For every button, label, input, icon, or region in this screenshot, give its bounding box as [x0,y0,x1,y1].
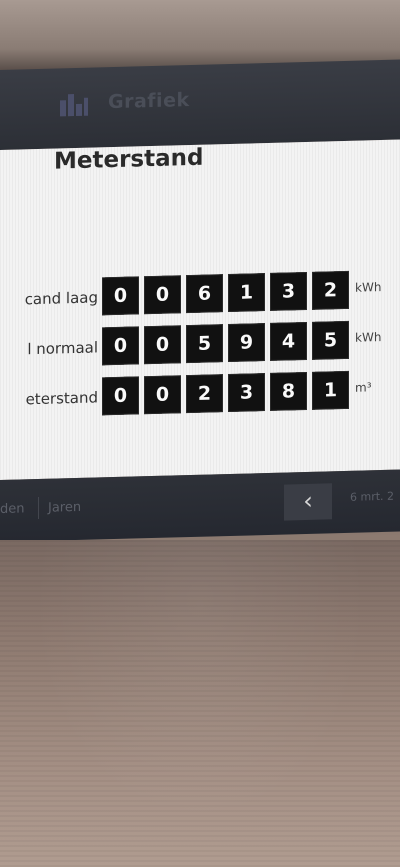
bar-chart-icon[interactable] [58,90,90,119]
digit-group: 0 0 6 1 3 2 [102,270,354,316]
photo-stage: Grafiek Meterstand cand laag 0 0 6 1 3 2… [0,0,400,867]
digit: 5 [312,320,349,360]
digit: 5 [186,324,223,364]
header-title[interactable]: Grafiek [108,89,190,113]
chevron-left-icon: ‹ [303,486,313,516]
digit-group: 0 0 2 3 8 1 [102,370,354,416]
digit: 8 [270,371,307,411]
header-bar: Grafiek [0,59,400,150]
digit: 0 [144,275,181,315]
digit: 1 [228,273,265,313]
digit: 0 [144,325,181,365]
digit: 3 [228,373,265,413]
device-bezel-bottom [0,540,400,867]
digit: 2 [312,270,349,310]
panel-title: Meterstand [54,144,204,175]
device-screen: Grafiek Meterstand cand laag 0 0 6 1 3 2… [0,56,400,542]
footer-bar: den Jaren ‹ 6 mrt. 2 [0,469,400,542]
digit-group: 0 0 5 9 4 5 [102,320,354,366]
meter-unit: kWh [355,330,382,345]
digit: 0 [102,276,139,316]
digit: 9 [228,323,265,363]
digit: 0 [102,326,139,366]
meter-label: l normaal [27,338,98,359]
digit: 4 [270,321,307,361]
digit: 0 [102,376,139,416]
previous-button[interactable]: ‹ [284,483,332,521]
date-label: 6 mrt. 2 [350,489,395,504]
meter-unit: m³ [355,380,372,395]
meter-unit: kWh [355,280,382,295]
digit: 0 [144,375,181,415]
digit: 6 [186,274,223,314]
digit: 2 [186,374,223,414]
tab-days[interactable]: den [0,501,25,517]
tab-divider [38,496,39,520]
tab-years[interactable]: Jaren [48,500,81,516]
digit: 3 [270,271,307,311]
meter-label: cand laag [24,288,98,309]
meter-label: eterstand [25,388,98,409]
digit: 1 [312,370,349,410]
